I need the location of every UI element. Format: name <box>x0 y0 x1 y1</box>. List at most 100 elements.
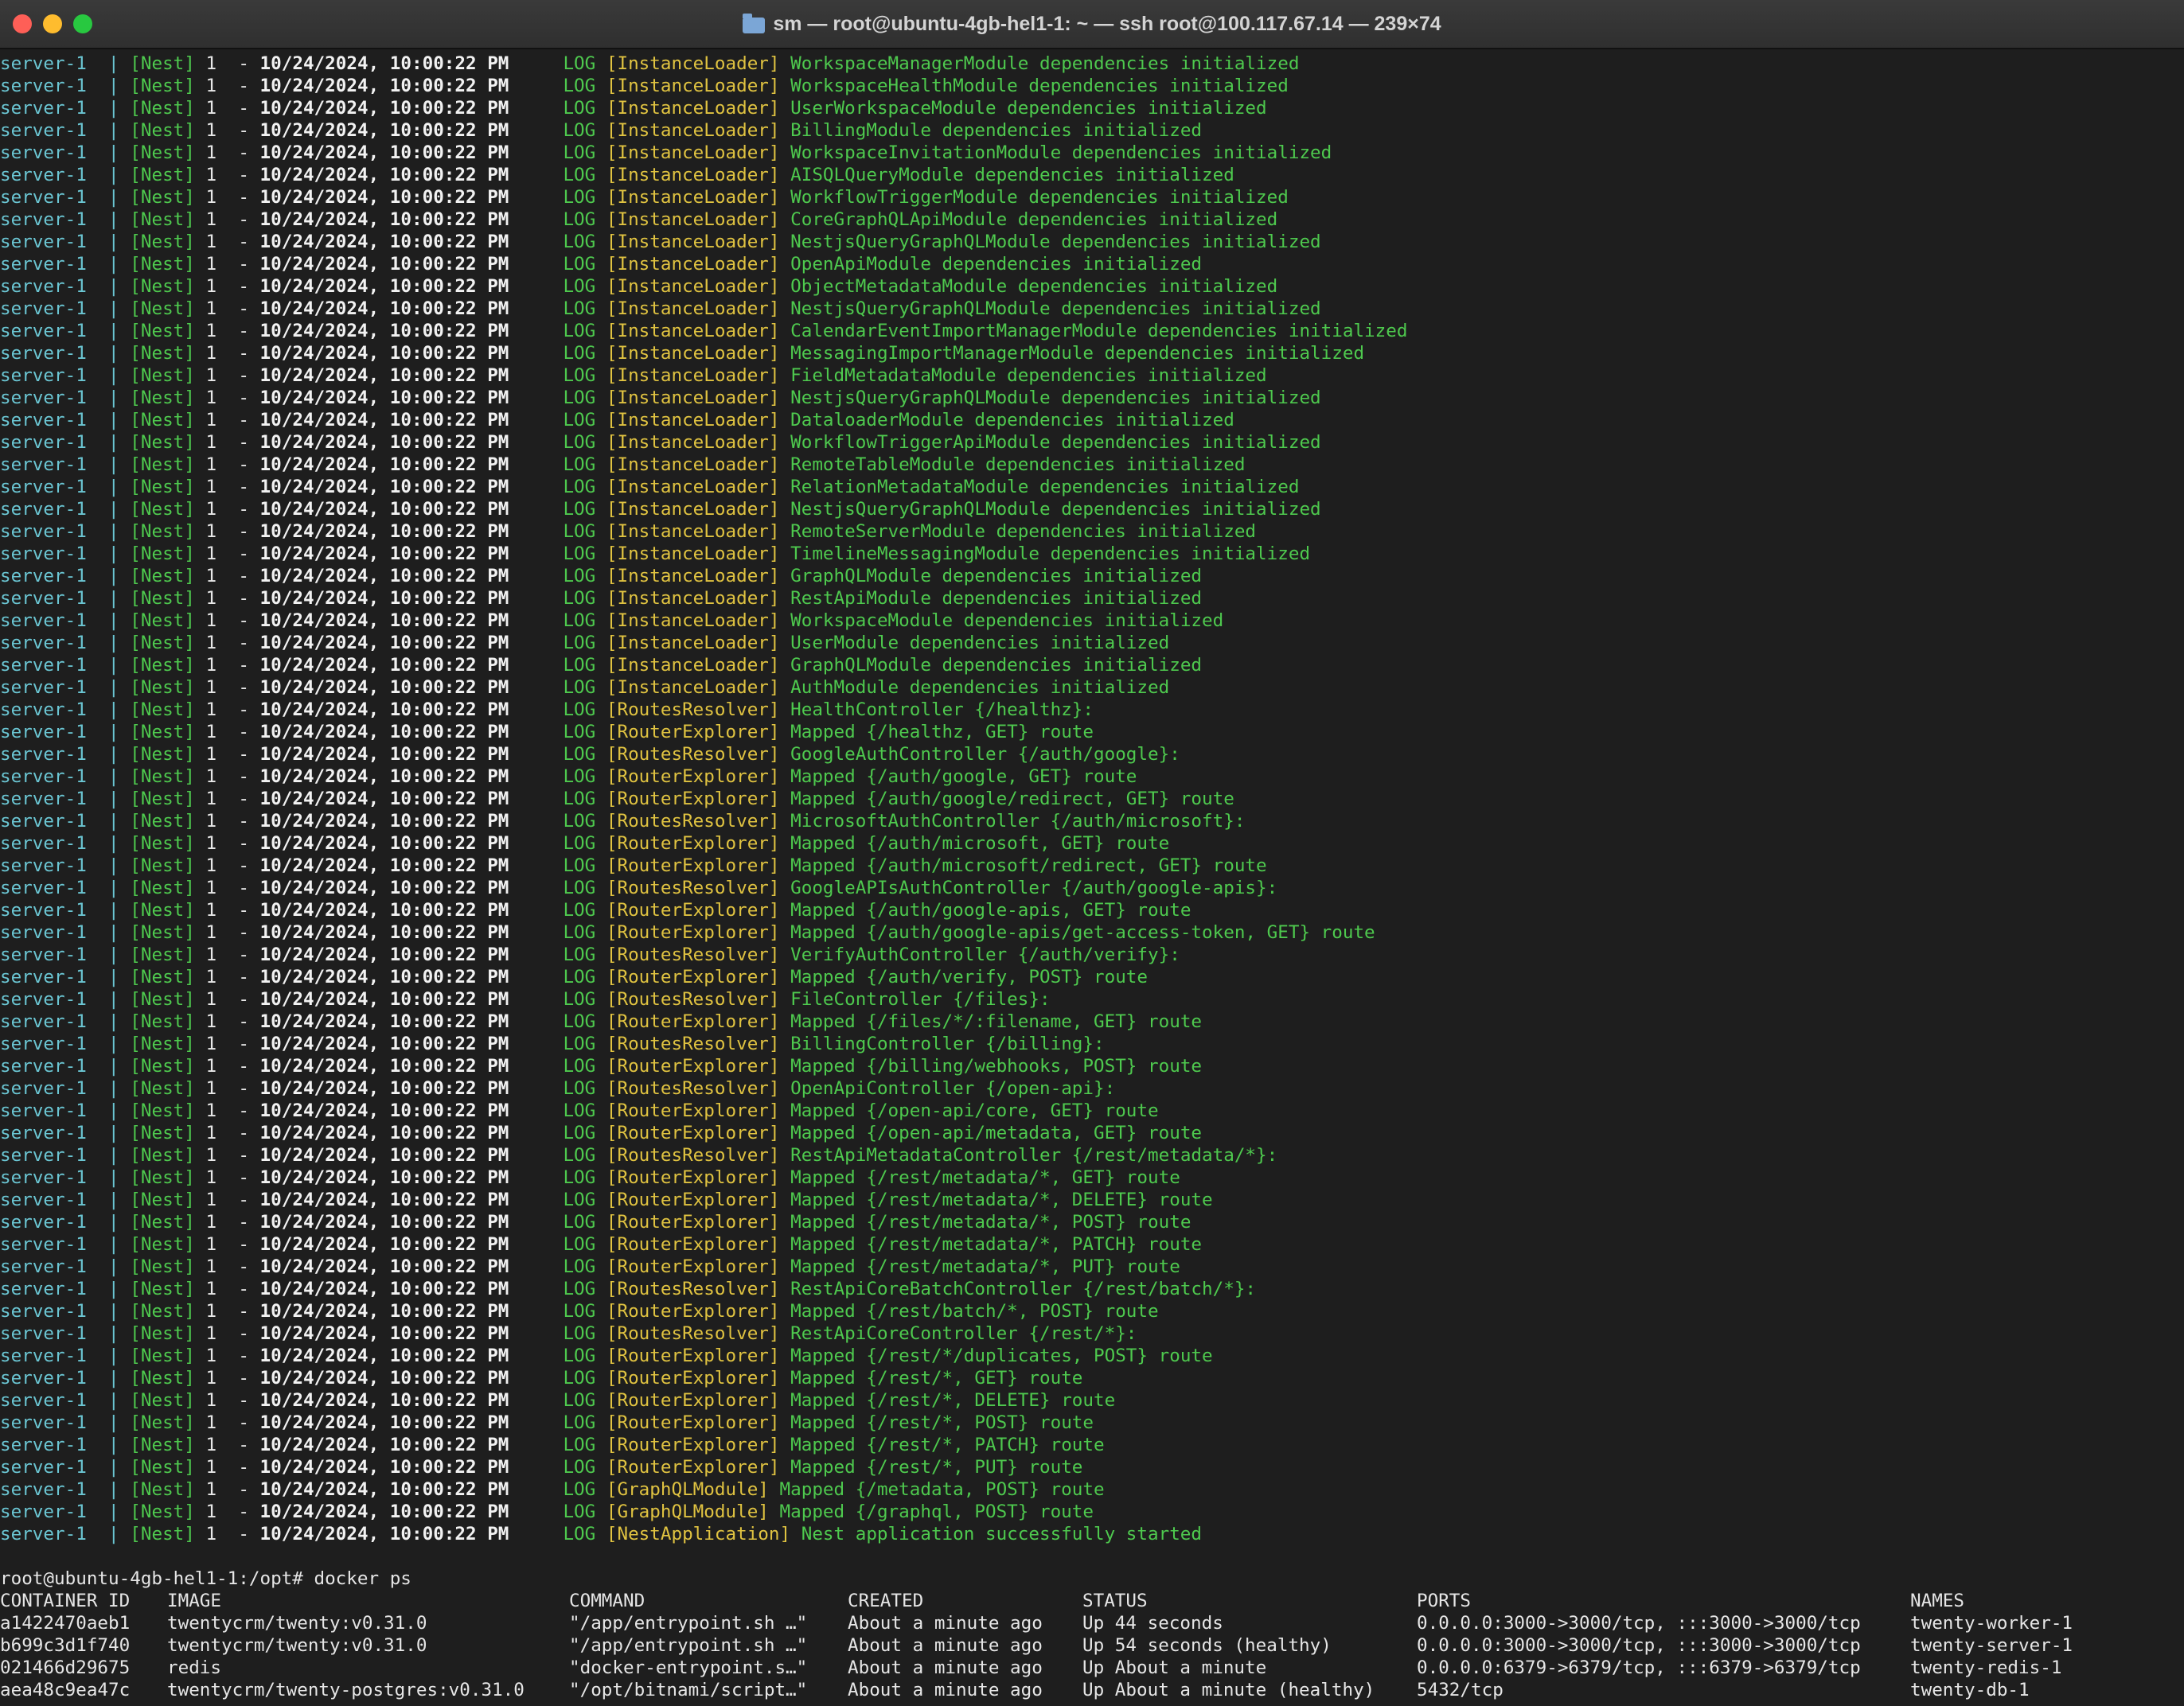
log-dash: - <box>238 232 249 252</box>
column-header: IMAGE <box>167 1591 222 1611</box>
log-service: server-1 <box>0 655 87 676</box>
log-service: server-1 <box>0 922 87 943</box>
table-cell: About a minute ago <box>848 1680 1043 1700</box>
table-cell: About a minute ago <box>848 1635 1043 1656</box>
log-dash: - <box>238 187 249 208</box>
column-header: CONTAINER ID <box>0 1591 131 1611</box>
log-pid: 1 <box>205 410 217 430</box>
log-pid: 1 <box>205 477 217 497</box>
log-level: LOG <box>563 98 596 119</box>
log-context: [RouterExplorer] <box>606 1212 780 1233</box>
log-timestamp: 10/24/2024, 10:00:22 PM <box>259 655 509 676</box>
log-service: server-1 <box>0 1435 87 1455</box>
log-timestamp: 10/24/2024, 10:00:22 PM <box>259 855 509 876</box>
log-pid: 1 <box>205 1078 217 1099</box>
log-line: server-1 | [Nest] 1 - 10/24/2024, 10:00:… <box>0 364 2184 387</box>
title-bar[interactable]: sm — root@ubuntu-4gb-hel1-1: ~ — ssh roo… <box>0 0 2184 49</box>
table-cell: b699c3d1f740 <box>0 1635 131 1656</box>
log-message: Mapped {/auth/verify, POST} route <box>790 967 1149 987</box>
log-line: server-1 | [Nest] 1 - 10/24/2024, 10:00:… <box>0 454 2184 476</box>
log-message: BillingModule dependencies initialized <box>790 120 1203 141</box>
log-dash: - <box>238 766 249 787</box>
log-pipe: | <box>108 811 119 832</box>
log-timestamp: 10/24/2024, 10:00:22 PM <box>259 588 509 609</box>
log-level: LOG <box>563 1323 596 1344</box>
log-service: server-1 <box>0 543 87 564</box>
log-line: server-1 | [Nest] 1 - 10/24/2024, 10:00:… <box>0 855 2184 877</box>
log-message: WorkspaceHealthModule dependencies initi… <box>790 76 1289 96</box>
log-dash: - <box>238 1435 249 1455</box>
log-level: LOG <box>563 120 596 141</box>
log-nest-tag: [Nest] <box>130 633 195 653</box>
log-timestamp: 10/24/2024, 10:00:22 PM <box>259 744 509 765</box>
log-level: LOG <box>563 499 596 520</box>
log-level: LOG <box>563 365 596 386</box>
log-dash: - <box>238 1123 249 1143</box>
log-context: [InstanceLoader] <box>606 53 780 74</box>
log-context: [InstanceLoader] <box>606 276 780 297</box>
log-nest-tag: [Nest] <box>130 388 195 408</box>
table-cell: 021466d29675 <box>0 1657 131 1678</box>
log-message: Mapped {/billing/webhooks, POST} route <box>790 1056 1203 1077</box>
log-nest-tag: [Nest] <box>130 276 195 297</box>
log-line: server-1 | [Nest] 1 - 10/24/2024, 10:00:… <box>0 75 2184 97</box>
log-pipe: | <box>108 120 119 141</box>
table-cell: "/app/entrypoint.sh …" <box>569 1613 808 1634</box>
log-level: LOG <box>563 1145 596 1166</box>
log-timestamp: 10/24/2024, 10:00:22 PM <box>259 1234 509 1255</box>
log-line: server-1 | [Nest] 1 - 10/24/2024, 10:00:… <box>0 1412 2184 1434</box>
log-context: [InstanceLoader] <box>606 365 780 386</box>
log-message: OpenApiController {/open-api}: <box>790 1078 1116 1099</box>
log-level: LOG <box>563 833 596 854</box>
log-line: server-1 | [Nest] 1 - 10/24/2024, 10:00:… <box>0 810 2184 832</box>
log-timestamp: 10/24/2024, 10:00:22 PM <box>259 1368 509 1389</box>
log-level: LOG <box>563 989 596 1010</box>
log-dash: - <box>238 1479 249 1500</box>
log-service: server-1 <box>0 989 87 1010</box>
log-level: LOG <box>563 1078 596 1099</box>
log-service: server-1 <box>0 232 87 252</box>
log-pipe: | <box>108 855 119 876</box>
terminal-output[interactable]: server-1 | [Nest] 1 - 10/24/2024, 10:00:… <box>0 53 2184 1706</box>
log-level: LOG <box>563 1212 596 1233</box>
log-pid: 1 <box>205 855 217 876</box>
log-pipe: | <box>108 499 119 520</box>
log-service: server-1 <box>0 1056 87 1077</box>
log-level: LOG <box>563 1368 596 1389</box>
log-nest-tag: [Nest] <box>130 1524 195 1544</box>
log-nest-tag: [Nest] <box>130 855 195 876</box>
log-line: server-1 | [Nest] 1 - 10/24/2024, 10:00:… <box>0 342 2184 364</box>
log-pipe: | <box>108 633 119 653</box>
log-message: NestjsQueryGraphQLModule dependencies in… <box>790 388 1321 408</box>
log-timestamp: 10/24/2024, 10:00:22 PM <box>259 276 509 297</box>
log-pipe: | <box>108 1078 119 1099</box>
log-line: server-1 | [Nest] 1 - 10/24/2024, 10:00:… <box>0 1167 2184 1189</box>
log-message: VerifyAuthController {/auth/verify}: <box>790 945 1180 965</box>
log-line: server-1 | [Nest] 1 - 10/24/2024, 10:00:… <box>0 676 2184 699</box>
log-service: server-1 <box>0 1123 87 1143</box>
table-cell: About a minute ago <box>848 1613 1043 1634</box>
log-pipe: | <box>108 1056 119 1077</box>
log-line: server-1 | [Nest] 1 - 10/24/2024, 10:00:… <box>0 1278 2184 1300</box>
log-message: Mapped {/rest/metadata/*, GET} route <box>790 1167 1180 1188</box>
log-dash: - <box>238 989 249 1010</box>
log-pipe: | <box>108 521 119 542</box>
log-timestamp: 10/24/2024, 10:00:22 PM <box>259 499 509 520</box>
folder-icon <box>743 14 766 33</box>
log-level: LOG <box>563 566 596 586</box>
log-pipe: | <box>108 1479 119 1500</box>
log-message: GoogleAPIsAuthController {/auth/google-a… <box>790 878 1278 898</box>
log-dash: - <box>238 1078 249 1099</box>
log-level: LOG <box>563 1301 596 1322</box>
log-timestamp: 10/24/2024, 10:00:22 PM <box>259 566 509 586</box>
log-pid: 1 <box>205 1167 217 1188</box>
log-service: server-1 <box>0 410 87 430</box>
log-line: server-1 | [Nest] 1 - 10/24/2024, 10:00:… <box>0 498 2184 520</box>
log-pipe: | <box>108 900 119 921</box>
log-level: LOG <box>563 1346 596 1366</box>
log-service: server-1 <box>0 1323 87 1344</box>
log-timestamp: 10/24/2024, 10:00:22 PM <box>259 388 509 408</box>
log-message: Mapped {/auth/google, GET} route <box>790 766 1137 787</box>
log-context: [InstanceLoader] <box>606 388 780 408</box>
log-context: [NestApplication] <box>606 1524 791 1544</box>
